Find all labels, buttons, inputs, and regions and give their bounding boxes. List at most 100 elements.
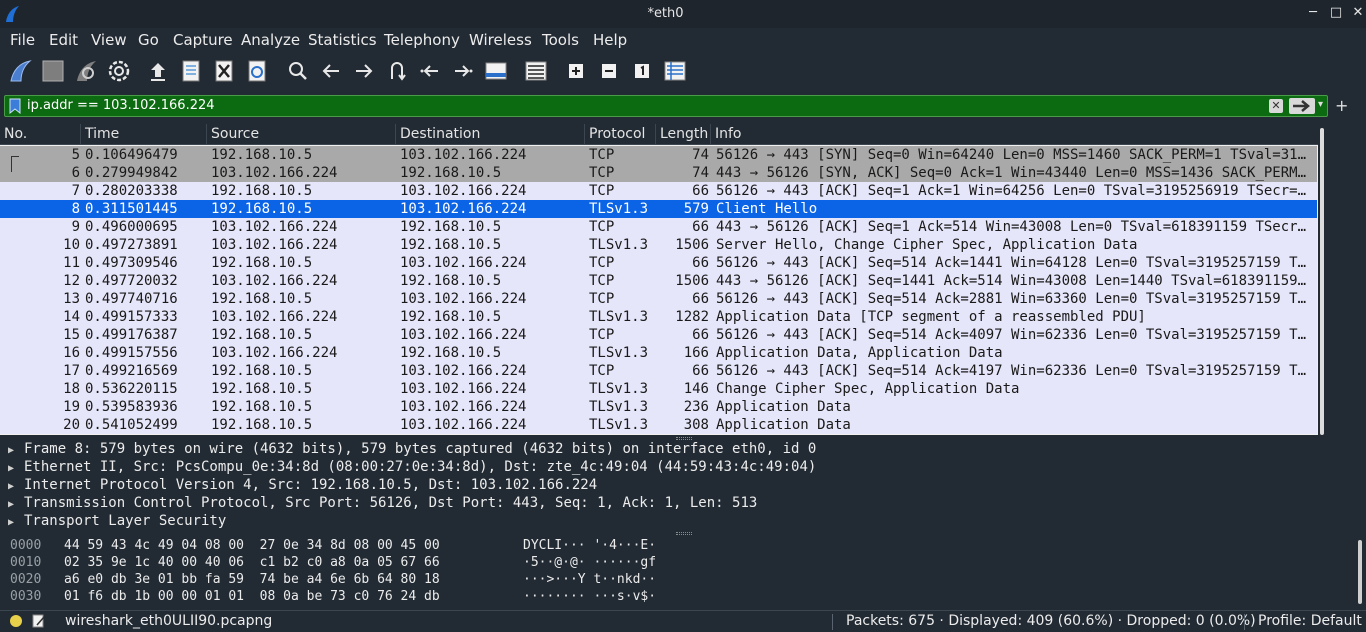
packet-row[interactable]: 13 0.497740716 192.168.10.5 103.102.166.224… <box>0 290 1317 308</box>
column-divider[interactable] <box>395 124 396 145</box>
capture-comment-icon[interactable] <box>32 614 46 628</box>
packet-row[interactable]: 6 0.279949842 103.102.166.224 192.168.10.5 T… <box>0 164 1317 182</box>
resize-columns-icon[interactable] <box>663 59 687 83</box>
menu-statistics[interactable]: Statistics <box>308 31 377 49</box>
packet-row[interactable]: 9 0.496000695 103.102.166.224 192.168.10.5 T… <box>0 218 1317 236</box>
save-file-icon[interactable] <box>179 59 203 83</box>
packet-cell-proto: TLSv1.3 <box>589 237 649 253</box>
column-divider[interactable] <box>584 124 585 145</box>
colorize-icon[interactable] <box>524 59 548 83</box>
reload-file-icon[interactable] <box>245 59 269 83</box>
expand-arrow-icon[interactable]: ▶ <box>8 481 24 492</box>
packet-cell-info: 443 → 56126 [ACK] Seq=1441 Ack=514 Win=4… <box>716 273 1312 289</box>
detail-ethernet[interactable]: ▶ Ethernet II, Src: PcsCompu_0e:34:8d (08… <box>8 459 816 477</box>
clear-filter-button[interactable]: ✕ <box>1269 99 1283 113</box>
add-filter-button[interactable]: + <box>1335 96 1348 115</box>
column-header-source[interactable]: Source <box>211 126 259 143</box>
display-filter-input[interactable]: ip.addr == 103.102.166.224 <box>27 98 215 113</box>
packet-cell-time: 0.499157556 <box>85 345 178 361</box>
packet-list-scrollbar-thumb[interactable] <box>1320 128 1324 435</box>
menu-tools[interactable]: Tools <box>542 31 579 49</box>
packet-row[interactable]: 7 0.280203338 192.168.10.5 103.102.166.224 T… <box>0 182 1317 200</box>
menu-analyze[interactable]: Analyze <box>241 31 300 49</box>
minimize-button[interactable]: ─ <box>1305 5 1321 21</box>
last-packet-icon[interactable] <box>451 59 475 83</box>
first-packet-icon[interactable] <box>418 59 442 83</box>
expert-info-icon[interactable] <box>10 615 22 627</box>
apply-filter-button[interactable] <box>1289 98 1315 114</box>
column-divider[interactable] <box>710 124 711 145</box>
column-header-length[interactable]: Length <box>660 126 708 143</box>
configuration-profile[interactable]: Profile: Default <box>1258 613 1362 629</box>
menu-view[interactable]: View <box>91 31 127 49</box>
packet-row[interactable]: 10 0.497273891 103.102.166.224 192.168.10.5… <box>0 236 1317 254</box>
packet-cell-no: 20 <box>63 417 80 433</box>
close-window-button[interactable]: ✕ <box>1350 5 1366 21</box>
packet-cell-time: 0.499157333 <box>85 309 178 325</box>
go-back-icon[interactable] <box>319 59 343 83</box>
packet-cell-info: 56126 → 443 [ACK] Seq=514 Ack=2881 Win=6… <box>716 291 1312 307</box>
packet-cell-no: 13 <box>63 291 80 307</box>
filter-history-dropdown[interactable]: ▾ <box>1318 99 1328 113</box>
expand-arrow-icon[interactable]: ▶ <box>8 445 24 456</box>
stop-capture-icon[interactable] <box>41 59 65 83</box>
column-header-protocol[interactable]: Protocol <box>589 126 645 143</box>
start-capture-icon[interactable] <box>8 59 32 83</box>
column-header-info[interactable]: Info <box>715 126 742 143</box>
detail-frame[interactable]: ▶ Frame 8: 579 bytes on wire (4632 bits),… <box>8 441 816 459</box>
expand-arrow-icon[interactable]: ▶ <box>8 499 24 510</box>
column-header-no[interactable]: No. <box>4 126 27 143</box>
packet-row[interactable]: 8 0.311501445 192.168.10.5 103.102.166.224 T… <box>0 200 1317 218</box>
zoom-in-icon[interactable] <box>564 59 588 83</box>
menu-help[interactable]: Help <box>593 31 627 49</box>
packet-row[interactable]: 20 0.541052499 192.168.10.5 103.102.166.224… <box>0 416 1317 434</box>
filter-bookmark-icon[interactable] <box>9 98 21 114</box>
packet-cell-time: 0.497273891 <box>85 237 178 253</box>
column-divider[interactable] <box>655 124 656 145</box>
packet-cell-info: Client Hello <box>716 201 818 217</box>
menu-capture[interactable]: Capture <box>173 31 233 49</box>
detail-tcp[interactable]: ▶ Transmission Control Protocol, Src Port… <box>8 495 757 513</box>
expand-arrow-icon[interactable]: ▶ <box>8 517 24 528</box>
packet-row[interactable]: 11 0.497309546 192.168.10.5 103.102.166.224… <box>0 254 1317 272</box>
capture-options-icon[interactable] <box>107 59 131 83</box>
column-header-time[interactable]: Time <box>85 126 119 143</box>
packet-row[interactable]: 19 0.539583936 192.168.10.5 103.102.166.224… <box>0 398 1317 416</box>
normal-size-icon[interactable] <box>630 59 654 83</box>
packet-cell-len: 1506 <box>675 273 709 289</box>
maximize-button[interactable]: □ <box>1328 5 1344 21</box>
go-forward-icon[interactable] <box>352 59 376 83</box>
detail-tls[interactable]: ▶ Transport Layer Security <box>8 513 226 531</box>
pane-splitter[interactable] <box>676 437 692 440</box>
find-packet-icon[interactable] <box>286 59 310 83</box>
menu-telephony[interactable]: Telephony <box>384 31 460 49</box>
packet-row[interactable]: 17 0.499216569 192.168.10.5 103.102.166.224… <box>0 362 1317 380</box>
packet-row[interactable]: 14 0.499157333 103.102.166.224 192.168.10.5… <box>0 308 1317 326</box>
column-divider[interactable] <box>206 124 207 145</box>
packet-row[interactable]: 12 0.497720032 103.102.166.224 192.168.10.5… <box>0 272 1317 290</box>
open-file-icon[interactable] <box>146 59 170 83</box>
pane-splitter[interactable] <box>676 532 692 535</box>
expand-arrow-icon[interactable]: ▶ <box>8 463 24 474</box>
packet-cell-len: 66 <box>692 363 709 379</box>
packet-row[interactable]: 18 0.536220115 192.168.10.5 103.102.166.224… <box>0 380 1317 398</box>
restart-capture-icon[interactable] <box>74 59 98 83</box>
menu-edit[interactable]: Edit <box>49 31 78 49</box>
packet-row[interactable]: 5 0.106496479 192.168.10.5 103.102.166.224 T… <box>0 146 1317 164</box>
column-divider[interactable] <box>80 124 81 145</box>
menu-go[interactable]: Go <box>138 31 159 49</box>
menu-file[interactable]: File <box>10 31 35 49</box>
packet-cell-no: 16 <box>63 345 80 361</box>
column-header-destination[interactable]: Destination <box>400 126 480 143</box>
go-to-packet-icon[interactable] <box>385 59 409 83</box>
packet-row[interactable]: 15 0.499176387 192.168.10.5 103.102.166.224… <box>0 326 1317 344</box>
packet-cell-dst: 192.168.10.5 <box>400 345 502 361</box>
bytes-pane-scrollbar[interactable] <box>1358 540 1362 604</box>
detail-ipv4[interactable]: ▶ Internet Protocol Version 4, Src: 192.1… <box>8 477 597 495</box>
packet-row[interactable]: 16 0.499157556 103.102.166.224 192.168.10.5… <box>0 344 1317 362</box>
display-filter-bar[interactable]: ip.addr == 103.102.166.224 ✕ ▾ <box>4 95 1328 117</box>
autoscroll-icon[interactable] <box>484 59 508 83</box>
menu-wireless[interactable]: Wireless <box>469 31 532 49</box>
close-file-icon[interactable] <box>212 59 236 83</box>
zoom-out-icon[interactable] <box>597 59 621 83</box>
